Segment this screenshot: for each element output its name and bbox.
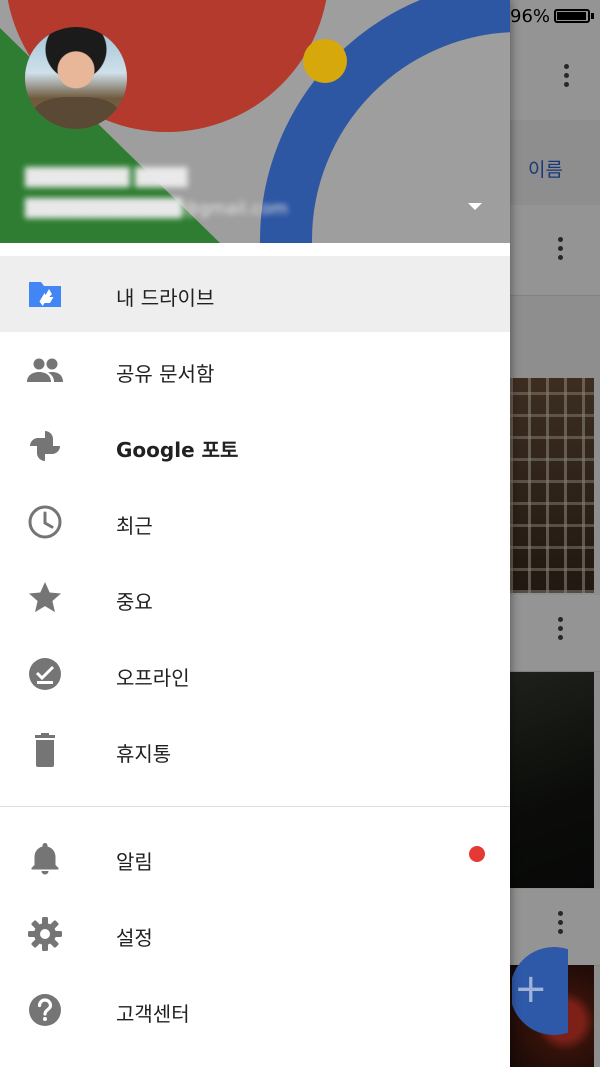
drawer-divider: [0, 806, 510, 807]
clock-icon: [28, 505, 62, 539]
arrow-drop-down-icon[interactable]: [468, 203, 482, 210]
plus-icon: +: [514, 966, 548, 1012]
trash-icon: [35, 733, 55, 767]
drawer-item-label: 휴지통: [116, 742, 172, 766]
drawer-item-label: Google 포토: [116, 438, 239, 462]
drawer-item-offline[interactable]: 오프라인: [0, 636, 510, 712]
avatar[interactable]: [25, 27, 127, 129]
people-icon: [27, 358, 63, 382]
bell-icon: [31, 843, 59, 875]
drawer-item-shared[interactable]: 공유 문서함: [0, 332, 510, 408]
drawer-item-label: 중요: [116, 590, 153, 614]
drive-folder-icon: [29, 282, 61, 307]
offline-check-icon: [29, 658, 61, 690]
drawer-item-notifications[interactable]: 알림: [0, 820, 510, 896]
account-header[interactable]: ████████ ████ ████████████@gmail.com: [0, 0, 510, 243]
drawer-item-my-drive[interactable]: 내 드라이브: [0, 256, 510, 332]
navigation-drawer: ████████ ████ ████████████@gmail.com 내 드…: [0, 0, 510, 1067]
drawer-item-help[interactable]: 고객센터: [0, 972, 510, 1048]
pinwheel-icon: [30, 431, 60, 461]
account-email: ████████████@gmail.com: [25, 199, 288, 219]
header-yellow-shape: [303, 39, 347, 83]
account-name: ████████ ████: [25, 168, 188, 188]
drawer-item-recent[interactable]: 최근: [0, 484, 510, 560]
notification-badge: [469, 846, 485, 862]
drawer-item-label: 고객센터: [116, 1002, 190, 1026]
drawer-item-label: 알림: [116, 850, 153, 874]
add-fab-button[interactable]: +: [512, 947, 568, 1035]
drawer-item-trash[interactable]: 휴지통: [0, 712, 510, 788]
help-icon: [29, 994, 61, 1026]
avatar-body: [33, 97, 119, 129]
drawer-item-label: 오프라인: [116, 666, 190, 690]
gear-icon: [28, 917, 62, 951]
drawer-item-starred[interactable]: 중요: [0, 560, 510, 636]
drawer-item-google-photos[interactable]: Google 포토: [0, 408, 510, 484]
drawer-item-label: 설정: [116, 926, 153, 950]
drawer-item-label: 내 드라이브: [116, 286, 215, 310]
drawer-item-label: 최근: [116, 514, 153, 538]
drawer-item-label: 공유 문서함: [116, 362, 215, 386]
star-icon: [29, 582, 61, 613]
drawer-item-settings[interactable]: 설정: [0, 896, 510, 972]
